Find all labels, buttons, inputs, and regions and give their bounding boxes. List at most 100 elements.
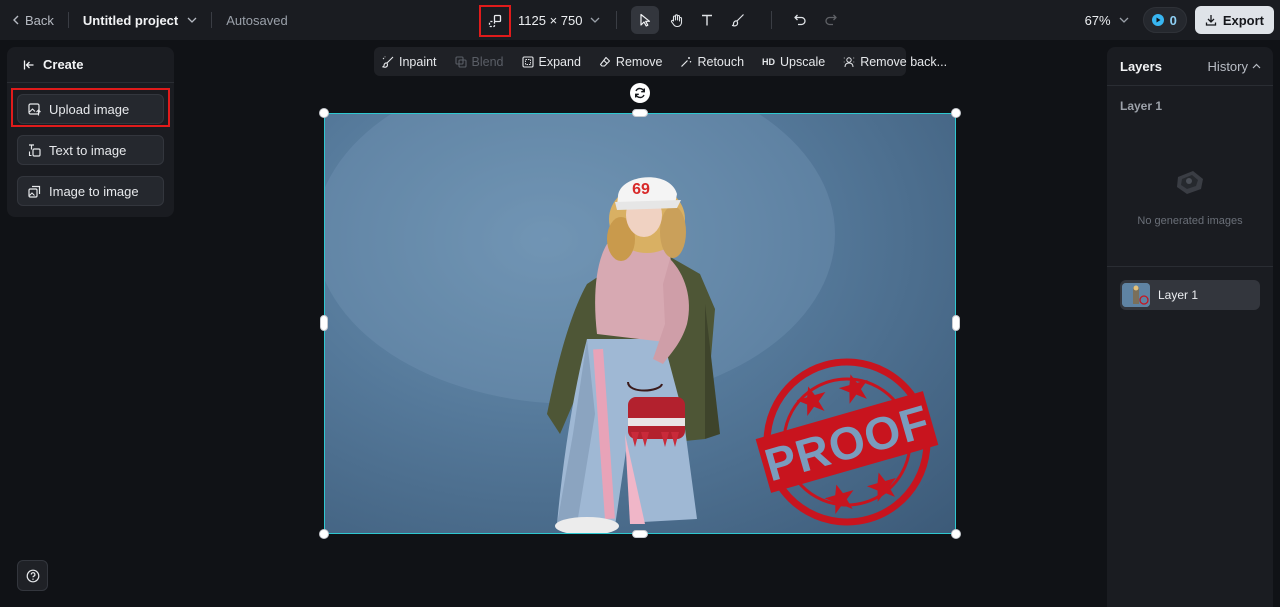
image-to-image-label: Image to image — [49, 183, 139, 199]
credits-count: 0 — [1169, 12, 1177, 28]
layer-name: Layer 1 — [1158, 288, 1199, 302]
remove-label: Remove — [615, 54, 663, 69]
tab-history[interactable]: History — [1208, 59, 1261, 74]
divider — [771, 11, 773, 29]
layer-item[interactable]: Layer 1 — [1120, 280, 1260, 310]
resize-canvas-button[interactable] — [479, 4, 511, 37]
canvas-size: 1125 × 750 — [518, 12, 583, 28]
retouch-label: Retouch — [697, 54, 745, 69]
resize-handle-top-left[interactable] — [319, 108, 329, 118]
layers-panel-tabs: Layers History — [1107, 47, 1273, 85]
cap-number: 69 — [632, 181, 650, 198]
project-title-dropdown[interactable]: Untitled project — [83, 13, 197, 28]
remove-background-icon — [844, 56, 855, 67]
credits-badge[interactable]: 0 — [1142, 7, 1187, 33]
select-tool-button[interactable] — [631, 6, 660, 34]
chevron-down-icon — [591, 17, 600, 23]
layers-panel: Layers History Layer 1 No generated imag… — [1107, 47, 1273, 607]
image-to-image-button[interactable]: Image to image — [17, 176, 164, 206]
undo-button[interactable] — [786, 6, 814, 34]
divider — [67, 12, 69, 28]
collapse-left-icon — [23, 60, 34, 69]
upload-image-label: Upload image — [49, 101, 130, 117]
tab-layers[interactable]: Layers — [1120, 59, 1162, 74]
chevron-left-icon — [13, 15, 19, 25]
resize-handle-right[interactable] — [952, 315, 960, 331]
resize-handle-bottom[interactable] — [632, 530, 648, 538]
empty-gallery-icon — [1177, 171, 1203, 194]
stamp-text: PROOF — [759, 395, 935, 491]
back-label: Back — [25, 12, 54, 28]
help-icon — [26, 569, 39, 582]
upload-image-icon — [28, 102, 41, 115]
cursor-arrow-icon — [640, 13, 651, 27]
upscale-label: Upscale — [780, 54, 826, 69]
help-button[interactable] — [17, 560, 48, 591]
layer-section-title: Layer 1 — [1120, 99, 1163, 113]
brush-tool-button[interactable] — [724, 6, 752, 34]
project-title: Untitled project — [82, 12, 179, 28]
topbar-center: 1125 × 750 — [479, 0, 848, 40]
chevron-down-icon — [187, 17, 197, 23]
resize-handle-bottom-right[interactable] — [951, 529, 961, 539]
create-panel-header[interactable]: Create — [7, 47, 174, 83]
blend-label: Blend — [471, 54, 504, 69]
brush-icon — [732, 14, 745, 27]
rotate-handle[interactable] — [630, 83, 650, 103]
save-status: Autosaved — [226, 12, 288, 28]
hand-tool-button[interactable] — [662, 6, 690, 34]
canvas-image[interactable]: 69 PROOF — [324, 113, 956, 534]
redo-button[interactable] — [817, 6, 845, 34]
expand-label: Expand — [538, 54, 581, 69]
photo-illustration: 69 PROOF — [325, 114, 939, 533]
expand-icon — [521, 55, 534, 68]
top-bar: Back Untitled project Autosaved 1125 × 7… — [0, 0, 1280, 40]
remove-background-button[interactable]: Remove back... — [843, 55, 947, 69]
eraser-icon — [599, 56, 610, 67]
remove-background-label: Remove back... — [860, 54, 948, 69]
export-label: Export — [1222, 12, 1264, 28]
canvas-size-dropdown[interactable]: 1125 × 750 — [518, 13, 600, 28]
create-panel-title: Create — [43, 57, 84, 72]
rotate-icon — [635, 87, 645, 99]
text-to-image-label: Text to image — [49, 142, 127, 158]
divider — [1107, 266, 1273, 267]
text-icon — [702, 14, 713, 26]
download-icon — [1205, 15, 1216, 26]
resize-handle-left[interactable] — [320, 315, 328, 331]
resize-handle-top-right[interactable] — [951, 108, 961, 118]
empty-state-text: No generated images — [1137, 215, 1243, 227]
layer-thumbnail — [1122, 283, 1150, 307]
zoom-level: 67% — [1084, 12, 1111, 28]
topbar-left: Back Untitled project Autosaved — [12, 0, 288, 40]
inpaint-button[interactable]: Inpaint — [382, 55, 437, 69]
retouch-button[interactable]: Retouch — [680, 55, 744, 69]
text-tool-button[interactable] — [693, 6, 721, 34]
image-to-image-icon — [28, 185, 41, 198]
chevron-down-icon — [1119, 17, 1129, 23]
redo-icon — [825, 14, 838, 26]
text-to-image-button[interactable]: Text to image — [17, 135, 164, 165]
chevron-up-icon — [1252, 63, 1261, 69]
back-button[interactable]: Back — [12, 13, 54, 28]
divider — [616, 11, 618, 29]
hand-icon — [670, 13, 683, 27]
text-to-image-icon — [28, 143, 41, 157]
edit-toolbar: Inpaint Blend Expand Remove Retouch HD U… — [374, 47, 947, 76]
magic-wand-icon — [681, 56, 692, 67]
create-panel: Create Upload image Text to image Image … — [7, 47, 174, 217]
blend-button[interactable]: Blend — [454, 54, 504, 69]
upload-image-button[interactable]: Upload image — [17, 94, 164, 124]
upscale-button[interactable]: HD Upscale — [762, 55, 825, 69]
hd-icon: HD — [762, 56, 776, 67]
resize-handle-bottom-left[interactable] — [319, 529, 329, 539]
credit-coin-icon — [1151, 14, 1164, 26]
zoom-dropdown[interactable]: 67% — [1085, 13, 1129, 28]
resize-icon — [488, 14, 502, 27]
export-button[interactable]: Export — [1194, 6, 1274, 34]
divider — [211, 12, 213, 28]
remove-button[interactable]: Remove — [599, 54, 663, 69]
resize-handle-top[interactable] — [632, 109, 648, 117]
expand-button[interactable]: Expand — [521, 54, 581, 69]
inpaint-label: Inpaint — [399, 54, 437, 69]
